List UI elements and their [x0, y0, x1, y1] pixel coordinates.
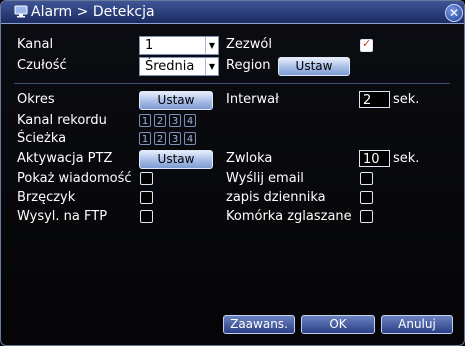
path-channel-3[interactable]: 3 — [169, 132, 181, 145]
okres-label: Okres — [17, 92, 55, 107]
chevron-down-icon: ▼ — [205, 37, 218, 54]
pokaz-label: Pokaż wiadomość — [17, 171, 132, 186]
zezwol-checkbox[interactable]: ✓ — [360, 37, 373, 52]
record-channel-4[interactable]: 4 — [184, 114, 196, 127]
komorka-label: Komórka zglaszane — [226, 209, 352, 224]
sciezka-label: Ścieżka — [17, 131, 67, 146]
record-channel-2[interactable]: 2 — [154, 114, 166, 127]
email-label: Wyślij email — [226, 171, 304, 186]
aktywacja-ptz-label: Aktywacja PTZ — [17, 151, 113, 166]
zwloka-unit: sek. — [393, 151, 420, 166]
brzeczyk-checkbox[interactable] — [140, 191, 153, 204]
region-label: Region — [226, 58, 271, 73]
czulosc-label: Czułość — [17, 58, 67, 73]
divider — [14, 83, 450, 84]
okres-set-button[interactable]: Ustaw — [139, 91, 213, 110]
dziennik-checkbox[interactable] — [360, 191, 373, 204]
interwal-label: Interwał — [226, 92, 279, 107]
dziennik-label: zapis dziennika — [226, 190, 326, 205]
ok-button[interactable]: OK — [301, 315, 375, 334]
ftp-checkbox[interactable] — [140, 210, 153, 223]
interwal-unit: sek. — [393, 92, 420, 107]
zwloka-input[interactable]: 10 — [359, 150, 390, 167]
record-channel-1[interactable]: 1 — [139, 114, 151, 127]
kanal-label: Kanal — [17, 37, 54, 52]
email-checkbox[interactable] — [360, 172, 373, 185]
komorka-checkbox[interactable] — [360, 210, 373, 223]
chevron-down-icon: ▼ — [205, 58, 218, 75]
ftp-label: Wysyl. na FTP — [17, 209, 108, 224]
region-set-button[interactable]: Ustaw — [278, 57, 350, 76]
advanced-button[interactable]: Zaawans. — [223, 315, 295, 334]
brzeczyk-label: Brzęczyk — [17, 190, 76, 205]
dialog-title: Alarm > Detekcja — [31, 4, 155, 20]
kanal-rekordu-label: Kanal rekordu — [17, 113, 107, 128]
path-channel-1[interactable]: 1 — [139, 132, 151, 145]
record-channel-3[interactable]: 3 — [169, 114, 181, 127]
zezwol-label: Zezwól — [226, 37, 272, 52]
kanal-value: 1 — [145, 38, 154, 53]
ptz-set-button[interactable]: Ustaw — [139, 150, 213, 169]
czulosc-value: Średnia — [145, 59, 195, 74]
checkmark-icon: ✓ — [362, 37, 372, 50]
interwal-input[interactable]: 2 — [359, 91, 390, 108]
detection-dialog: Alarm > Detekcja ✕ Kanal 1 ▼ Zezwól ✓ Cz… — [0, 0, 465, 346]
czulosc-select[interactable]: Średnia ▼ — [139, 57, 219, 76]
monitor-icon — [14, 5, 28, 18]
zwloka-label: Zwloka — [226, 151, 273, 166]
pokaz-checkbox[interactable] — [140, 172, 153, 185]
path-channel-4[interactable]: 4 — [184, 132, 196, 145]
close-icon[interactable]: ✕ — [445, 4, 463, 22]
path-channel-2[interactable]: 2 — [154, 132, 166, 145]
kanal-select[interactable]: 1 ▼ — [139, 36, 219, 55]
title-bar: Alarm > Detekcja ✕ — [1, 1, 464, 24]
cancel-button[interactable]: Anuluj — [381, 315, 453, 334]
